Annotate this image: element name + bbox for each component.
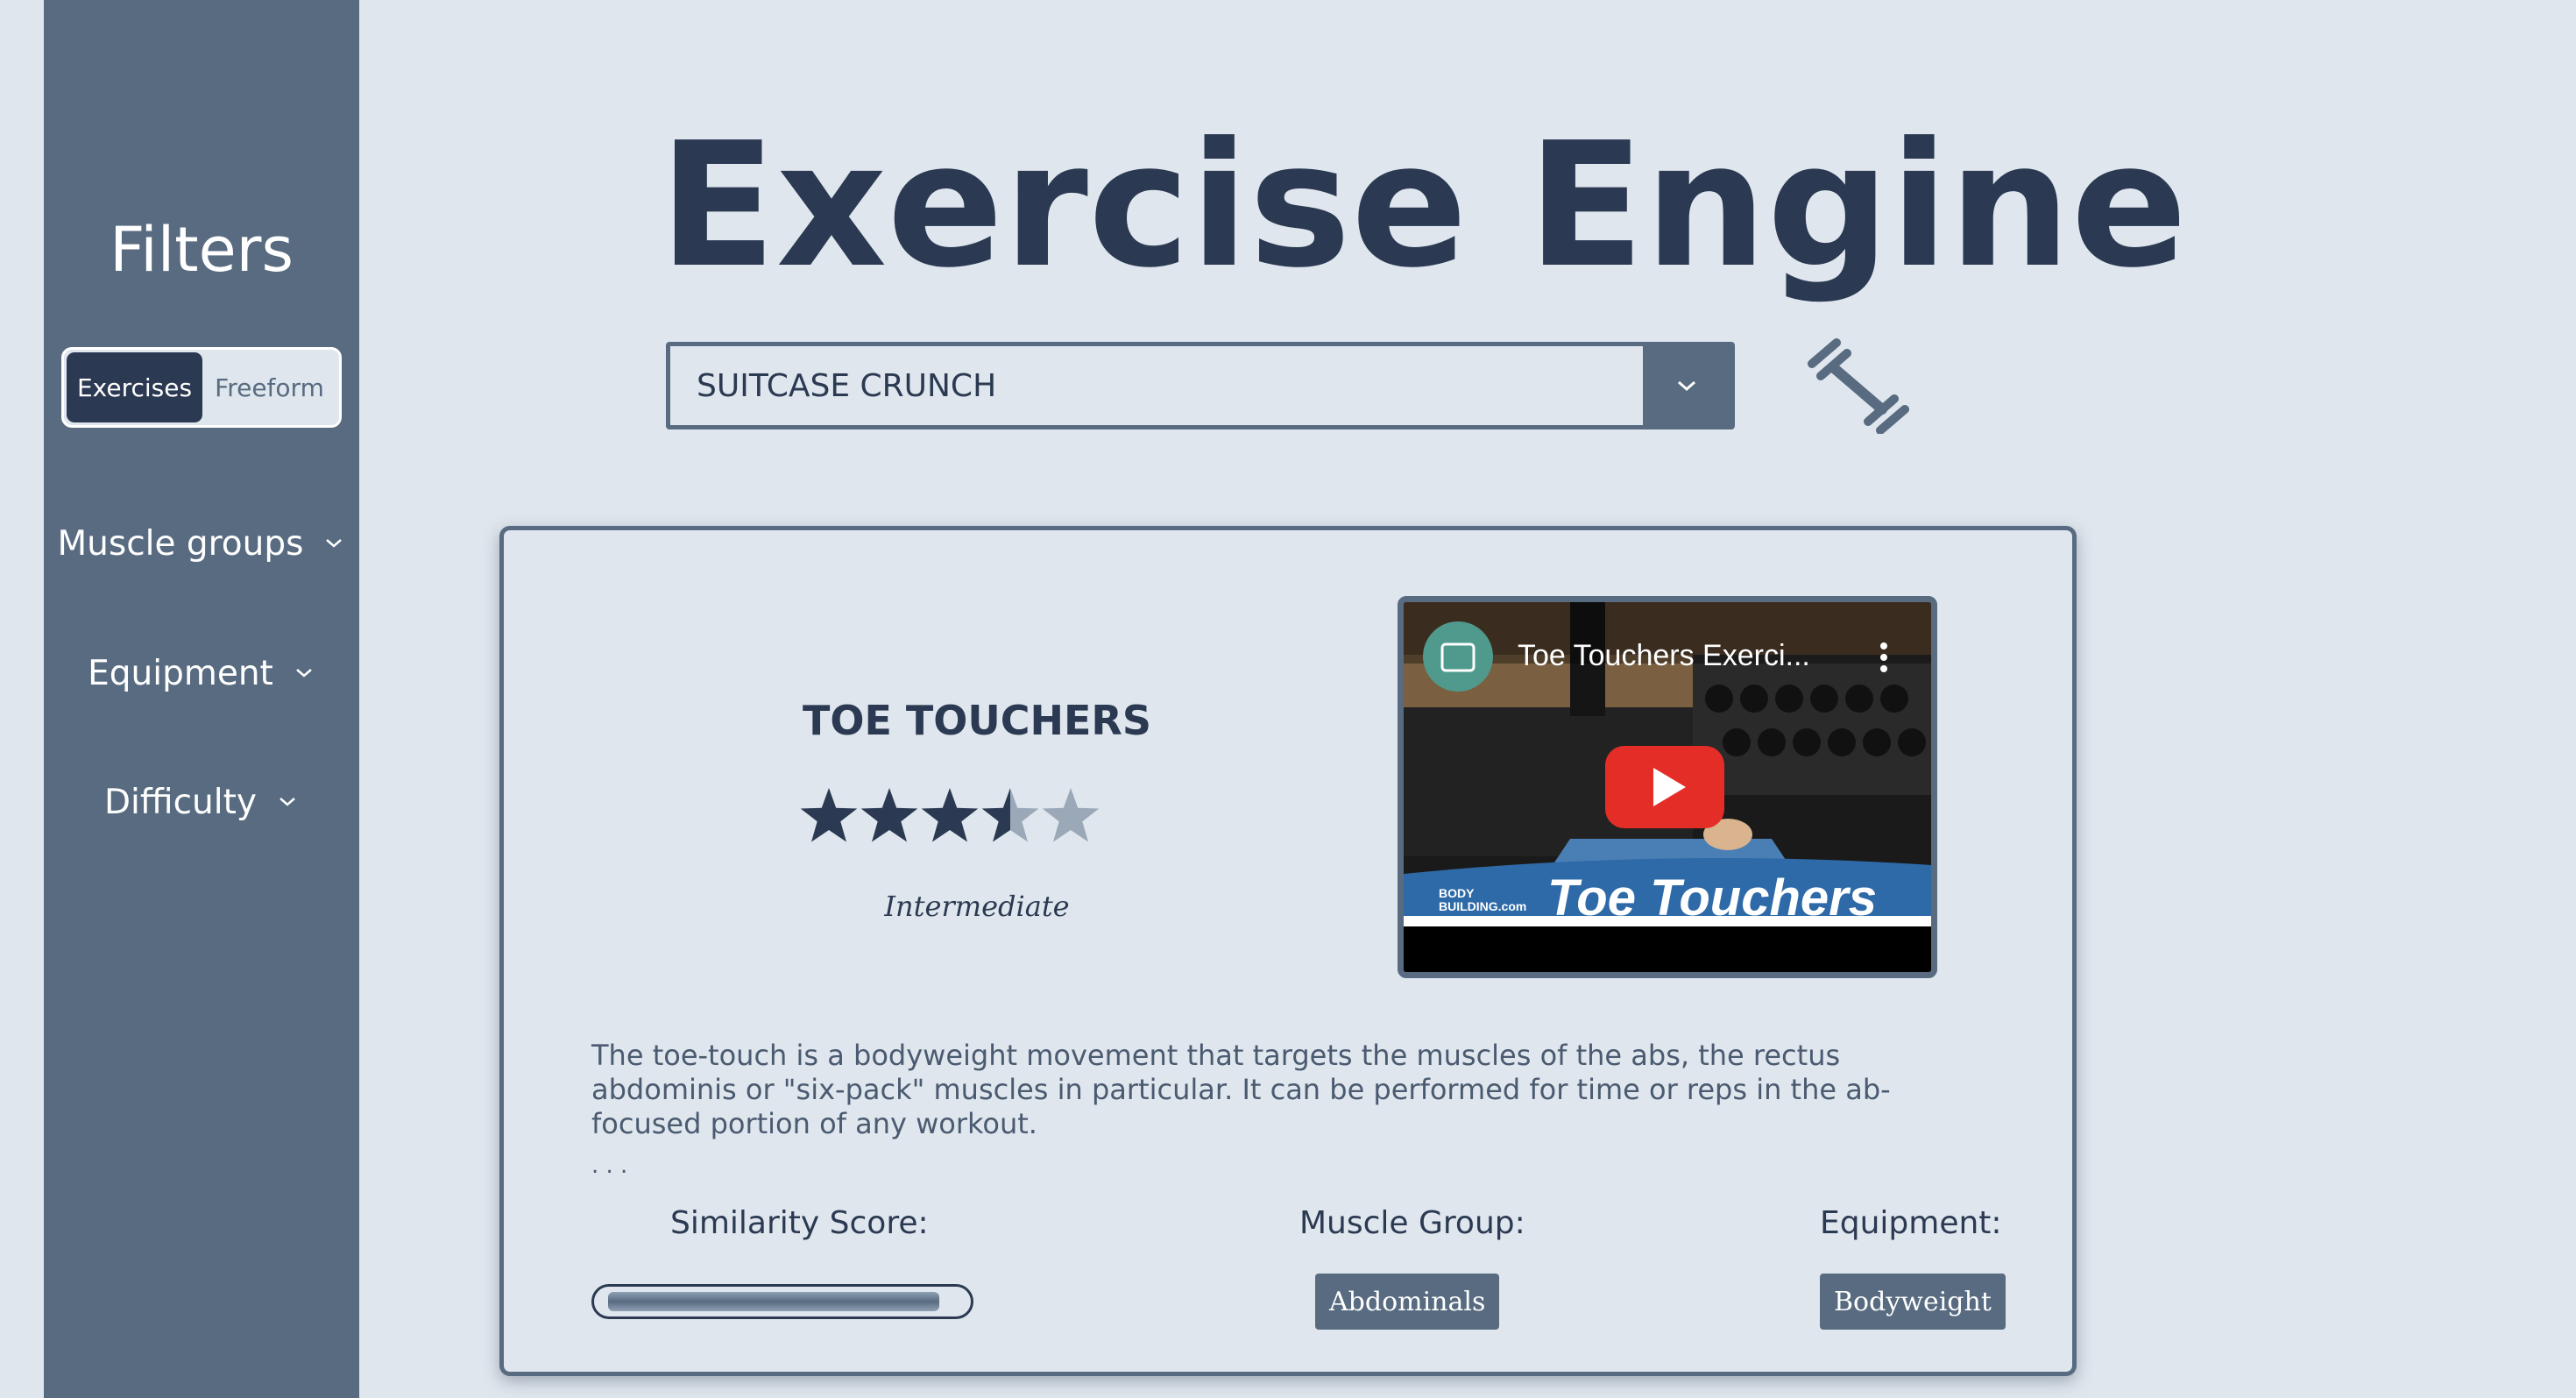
exercise-search-select[interactable]: SUITCASE CRUNCH: [666, 342, 1735, 429]
equipment-label: Equipment:: [1820, 1205, 2002, 1241]
description-ellipsis[interactable]: . . .: [591, 1153, 627, 1179]
star-icon: [860, 788, 918, 842]
video-brand: BODY BUILDING.com: [1439, 886, 1527, 913]
star-icon: [921, 788, 979, 842]
exercise-description: The toe-touch is a bodyweight movement t…: [591, 1039, 1891, 1140]
select-value: SUITCASE CRUNCH: [697, 367, 997, 404]
mode-toggle: Exercises Freeform: [61, 347, 342, 428]
chevron-down-icon: [280, 798, 295, 806]
muscle-group-tag: Abdominals: [1315, 1274, 1500, 1330]
exercise-name: TOE TOUCHERS: [803, 697, 1151, 744]
filters-title: Filters: [110, 214, 294, 286]
dumbbell-icon[interactable]: [1805, 337, 1910, 434]
filter-equipment[interactable]: Equipment: [44, 642, 359, 704]
similarity-score-bar: [591, 1284, 973, 1319]
page-title: Exercise Engine: [659, 106, 2188, 306]
filter-label: Equipment: [88, 653, 273, 693]
select-dropdown-button[interactable]: [1643, 346, 1730, 425]
toggle-exercises[interactable]: Exercises: [67, 352, 202, 422]
star-rating: [800, 788, 1100, 842]
equipment-tag: Bodyweight: [1820, 1274, 2006, 1330]
similarity-score-fill: [608, 1292, 940, 1311]
video-player[interactable]: Toe Touchers Exerci... BODY BUILDING.com…: [1398, 596, 1937, 978]
chevron-down-icon: [1678, 380, 1695, 392]
toggle-freeform[interactable]: Freeform: [202, 352, 336, 422]
filters-sidebar: Filters Exercises Freeform Muscle groups…: [44, 0, 359, 1398]
star-icon: [981, 788, 1039, 842]
filter-muscle-groups[interactable]: Muscle groups: [44, 513, 359, 574]
filter-label: Muscle groups: [57, 523, 304, 564]
similarity-label: Similarity Score:: [670, 1205, 929, 1241]
star-icon: [1042, 788, 1100, 842]
video-title: Toe Touchers Exerci...: [1518, 639, 1810, 672]
chevron-down-icon: [296, 669, 312, 678]
video-overlay-text: Toe Touchers: [1547, 869, 1877, 926]
difficulty-label: Intermediate: [884, 890, 1070, 923]
chevron-down-icon: [326, 539, 343, 548]
muscle-group-label: Muscle Group:: [1299, 1205, 1525, 1241]
exercise-result-card: TOE TOUCHERS Intermediate Toe Touchers E…: [499, 526, 2077, 1376]
star-icon: [800, 788, 858, 842]
filter-label: Difficulty: [104, 782, 257, 822]
filter-difficulty[interactable]: Difficulty: [44, 771, 359, 833]
